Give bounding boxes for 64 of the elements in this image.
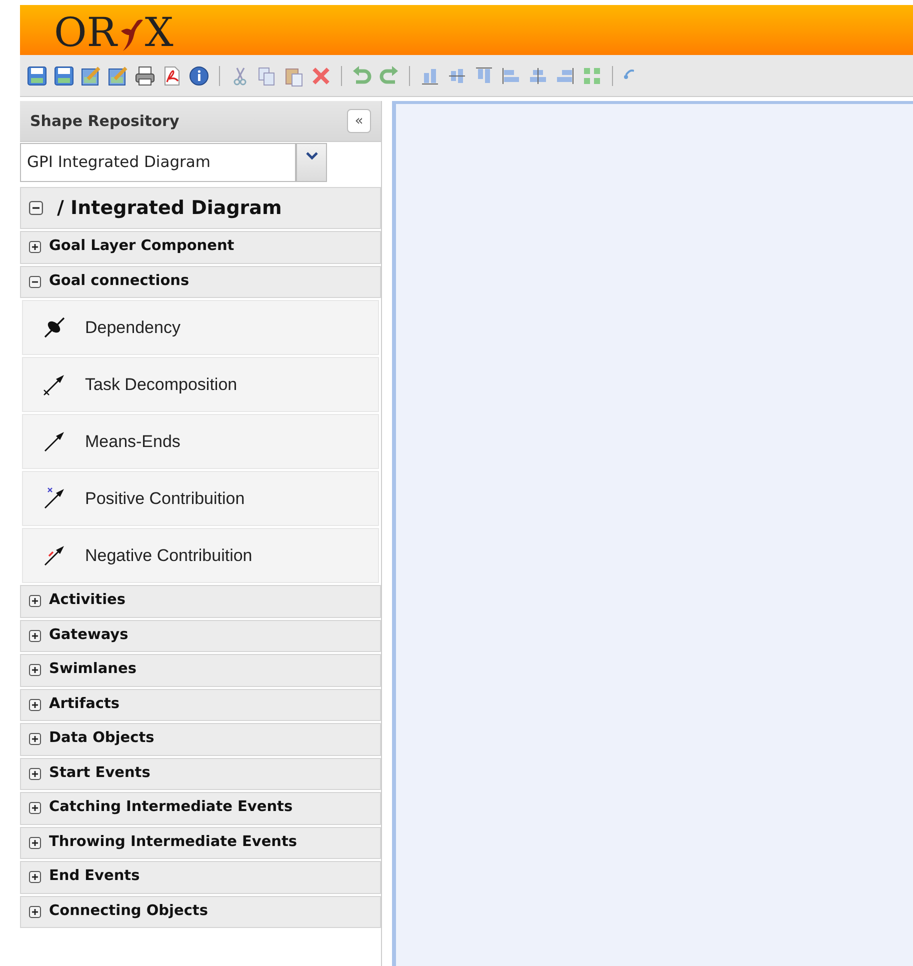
save-icon[interactable] bbox=[26, 64, 48, 86]
collapse-icon[interactable] bbox=[29, 276, 41, 288]
collapse-icon[interactable] bbox=[29, 201, 43, 215]
logo-text: OR bbox=[54, 13, 117, 53]
category-header[interactable]: / Integrated Diagram bbox=[20, 187, 381, 229]
expand-icon[interactable] bbox=[29, 241, 41, 254]
expand-icon[interactable] bbox=[29, 664, 41, 676]
group-header[interactable]: Artifacts bbox=[20, 688, 381, 721]
delete-icon[interactable] bbox=[310, 64, 332, 86]
group-header[interactable]: Throwing Intermediate Events bbox=[20, 826, 381, 859]
shape-label: Means-Ends bbox=[85, 430, 180, 453]
group-header[interactable]: Start Events bbox=[20, 758, 381, 790]
group-header[interactable]: Data Objects bbox=[20, 723, 381, 756]
shape-item[interactable]: Dependency bbox=[22, 300, 379, 355]
shape-item[interactable]: Task Decomposition bbox=[22, 357, 379, 412]
shape-label: Negative Contribuition bbox=[85, 544, 252, 567]
expand-icon[interactable] bbox=[29, 595, 41, 608]
edit-icon[interactable] bbox=[80, 64, 102, 86]
shape-label: Task Decomposition bbox=[85, 374, 238, 396]
shape-item[interactable]: Positive Contribuition bbox=[22, 471, 379, 526]
group-title: Start Events bbox=[49, 764, 150, 783]
shape-item[interactable]: Negative Contribuition bbox=[22, 528, 379, 583]
expand-icon[interactable] bbox=[29, 871, 41, 884]
group-header[interactable]: End Events bbox=[20, 861, 381, 894]
group-header[interactable]: Swimlanes bbox=[20, 654, 381, 686]
group-title: Catching Intermediate Events bbox=[49, 798, 293, 818]
shape-item[interactable]: Means-Ends bbox=[22, 414, 379, 469]
save-icon[interactable] bbox=[53, 64, 75, 86]
printer-icon[interactable] bbox=[134, 64, 156, 86]
expand-icon[interactable] bbox=[29, 768, 41, 780]
group-header[interactable]: Goal connections bbox=[20, 266, 381, 298]
expand-icon[interactable] bbox=[29, 630, 41, 642]
collapse-panel-button[interactable]: « bbox=[347, 109, 371, 133]
group-header[interactable]: Goal Layer Component bbox=[20, 231, 381, 264]
expand-icon[interactable] bbox=[29, 802, 41, 814]
group-title: Throwing Intermediate Events bbox=[49, 832, 298, 852]
edit-icon[interactable] bbox=[107, 64, 129, 86]
category-title: / Integrated Diagram bbox=[57, 196, 282, 221]
group-title: Activities bbox=[49, 591, 126, 610]
group-title: Gateways bbox=[49, 626, 128, 645]
shape-label: Dependency bbox=[85, 316, 180, 339]
expand-icon[interactable] bbox=[29, 836, 41, 849]
panel-title: Shape Repository bbox=[30, 110, 180, 132]
group-header[interactable]: Activities bbox=[20, 585, 381, 618]
group-title: Artifacts bbox=[49, 694, 120, 714]
group-title: Goal connections bbox=[49, 272, 190, 291]
shape-label: Positive Contribuition bbox=[85, 488, 245, 510]
expand-icon[interactable] bbox=[29, 906, 41, 918]
expand-icon[interactable] bbox=[29, 698, 41, 711]
group-title: End Events bbox=[49, 867, 140, 886]
decomposition-connector-icon bbox=[41, 372, 67, 396]
expand-icon[interactable] bbox=[29, 733, 41, 746]
group-title: Swimlanes bbox=[49, 660, 136, 680]
group-title: Goal Layer Component bbox=[49, 237, 234, 256]
dropdown-button[interactable] bbox=[296, 143, 327, 182]
group-title: Data Objects bbox=[49, 729, 154, 748]
group-header[interactable]: Catching Intermediate Events bbox=[20, 792, 381, 824]
group-title: Connecting Objects bbox=[49, 902, 208, 921]
info-icon[interactable] bbox=[188, 64, 210, 86]
logo-text: X bbox=[144, 13, 174, 53]
chevron-down-icon bbox=[306, 152, 318, 160]
group-header[interactable]: Connecting Objects bbox=[20, 896, 381, 928]
stencil-select[interactable]: GPI Integrated Diagram bbox=[20, 143, 296, 182]
group-header[interactable]: Gateways bbox=[20, 620, 381, 652]
